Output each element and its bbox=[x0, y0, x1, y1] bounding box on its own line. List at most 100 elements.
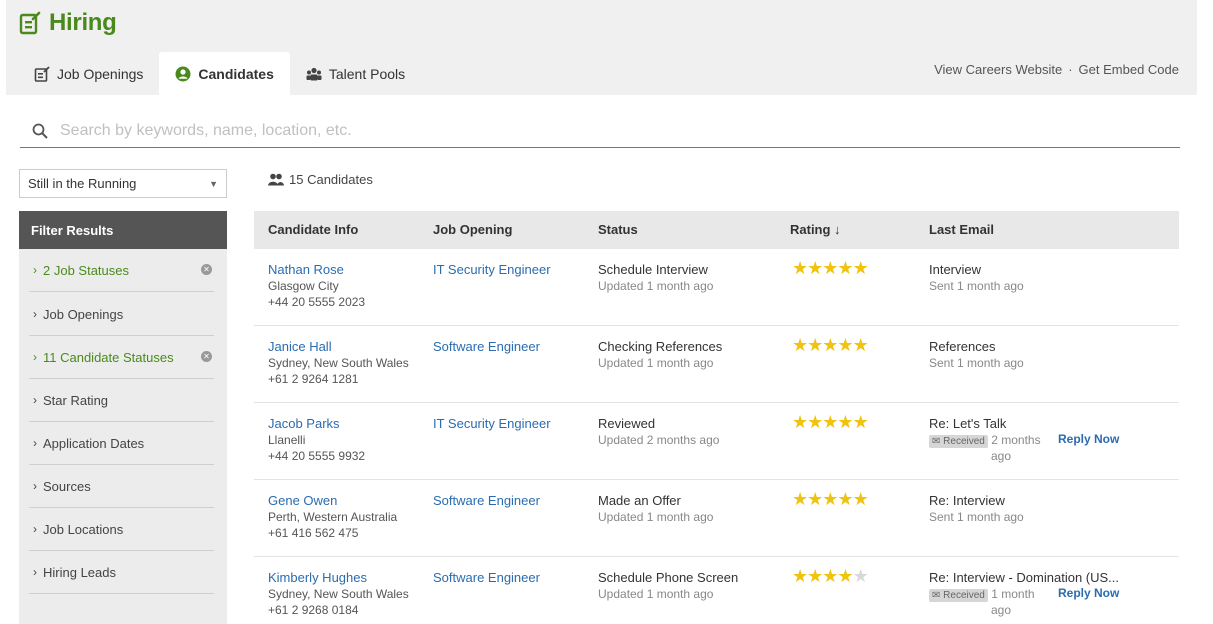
star-filled-icon[interactable]: ★ bbox=[837, 566, 853, 586]
candidate-name-link[interactable]: Jacob Parks bbox=[268, 416, 365, 432]
status-cell: Reviewed Updated 2 months ago bbox=[598, 416, 719, 448]
star-filled-icon[interactable]: ★ bbox=[807, 566, 823, 586]
star-rating[interactable]: ★★★★★ bbox=[792, 412, 869, 432]
col-status[interactable]: Status bbox=[598, 222, 638, 237]
star-filled-icon[interactable]: ★ bbox=[837, 258, 853, 278]
tab-talent-pools-label: Talent Pools bbox=[328, 65, 406, 82]
star-filled-icon[interactable]: ★ bbox=[837, 412, 853, 432]
job-opening-link[interactable]: IT Security Engineer bbox=[433, 416, 551, 432]
table-header: Candidate Info Job Opening Status Rating… bbox=[254, 211, 1179, 249]
email-subject: References bbox=[929, 339, 996, 354]
candidate-name-link[interactable]: Janice Hall bbox=[268, 339, 409, 355]
clear-filter-icon[interactable]: ✕ bbox=[201, 351, 212, 362]
candidate-count: 15 Candidates bbox=[268, 172, 373, 187]
filter-job-locations[interactable]: › Job Locations bbox=[29, 508, 214, 551]
header-links: View Careers Website · Get Embed Code bbox=[934, 62, 1179, 77]
star-filled-icon[interactable]: ★ bbox=[792, 489, 808, 509]
last-email-cell: Re: Interview Sent 1 month ago bbox=[929, 493, 1024, 525]
search-bar bbox=[20, 115, 1180, 148]
filter-hiring-leads[interactable]: › Hiring Leads bbox=[29, 551, 214, 594]
candidate-info: Kimberly Hughes Sydney, New South Wales … bbox=[268, 570, 409, 618]
filter-application-dates[interactable]: › Application Dates bbox=[29, 422, 214, 465]
table-row: Kimberly Hughes Sydney, New South Wales … bbox=[254, 557, 1179, 624]
status-cell: Schedule Interview Updated 1 month ago bbox=[598, 262, 713, 294]
star-rating[interactable]: ★★★★★ bbox=[792, 335, 869, 355]
job-opening-link[interactable]: Software Engineer bbox=[433, 570, 540, 586]
candidate-status-select[interactable]: Still in the Running ▼ bbox=[19, 169, 227, 198]
tab-talent-pools[interactable]: Talent Pools bbox=[290, 52, 421, 95]
select-value: Still in the Running bbox=[28, 176, 137, 191]
reply-now-link[interactable]: Reply Now bbox=[1058, 432, 1119, 446]
clear-filter-icon[interactable]: ✕ bbox=[201, 264, 212, 275]
chevron-right-icon: › bbox=[33, 436, 37, 450]
col-candidate-info[interactable]: Candidate Info bbox=[268, 222, 358, 237]
star-rating[interactable]: ★★★★★ bbox=[792, 258, 869, 278]
chevron-right-icon: › bbox=[33, 263, 37, 277]
star-filled-icon[interactable]: ★ bbox=[822, 258, 838, 278]
star-filled-icon[interactable]: ★ bbox=[853, 258, 869, 278]
status-updated: Updated 1 month ago bbox=[598, 510, 714, 524]
tab-candidates[interactable]: Candidates bbox=[159, 52, 290, 95]
filter-job-openings[interactable]: › Job Openings bbox=[29, 293, 214, 336]
star-rating[interactable]: ★★★★★ bbox=[792, 489, 869, 509]
star-filled-icon[interactable]: ★ bbox=[792, 412, 808, 432]
link-separator: · bbox=[1068, 62, 1073, 77]
status-text: Made an Offer bbox=[598, 493, 681, 508]
tab-job-openings[interactable]: Job Openings bbox=[18, 52, 159, 95]
star-filled-icon[interactable]: ★ bbox=[837, 489, 853, 509]
star-filled-icon[interactable]: ★ bbox=[807, 489, 823, 509]
candidate-phone: +61 416 562 475 bbox=[268, 526, 359, 540]
candidate-location: Glasgow City bbox=[268, 279, 339, 293]
filter-job-statuses[interactable]: › 2 Job Statuses ✕ bbox=[29, 249, 214, 292]
star-filled-icon[interactable]: ★ bbox=[822, 335, 838, 355]
star-filled-icon[interactable]: ★ bbox=[807, 258, 823, 278]
filter-candidate-statuses[interactable]: › 11 Candidate Statuses ✕ bbox=[29, 336, 214, 379]
star-filled-icon[interactable]: ★ bbox=[853, 412, 869, 432]
email-sent-time: Sent 1 month ago bbox=[929, 279, 1024, 293]
star-filled-icon[interactable]: ★ bbox=[822, 412, 838, 432]
star-filled-icon[interactable]: ★ bbox=[792, 566, 808, 586]
job-opening-link[interactable]: IT Security Engineer bbox=[433, 262, 551, 278]
table-row: Janice Hall Sydney, New South Wales +61 … bbox=[254, 326, 1179, 403]
candidates-icon bbox=[175, 66, 191, 81]
job-opening-link[interactable]: Software Engineer bbox=[433, 493, 540, 509]
star-filled-icon[interactable]: ★ bbox=[822, 566, 838, 586]
candidate-location: Perth, Western Australia bbox=[268, 510, 398, 524]
embed-code-link[interactable]: Get Embed Code bbox=[1079, 62, 1179, 77]
status-cell: Made an Offer Updated 1 month ago bbox=[598, 493, 713, 525]
filter-sources[interactable]: › Sources bbox=[29, 465, 214, 508]
search-input[interactable] bbox=[60, 122, 960, 140]
candidate-name-link[interactable]: Kimberly Hughes bbox=[268, 570, 409, 586]
star-filled-icon[interactable]: ★ bbox=[807, 412, 823, 432]
candidate-name-link[interactable]: Nathan Rose bbox=[268, 262, 365, 278]
star-filled-icon[interactable]: ★ bbox=[807, 335, 823, 355]
tab-bar: Job Openings Candidates Talent Pools bbox=[18, 52, 421, 95]
filter-label: 2 Job Statuses bbox=[43, 262, 129, 278]
table-row: Gene Owen Perth, Western Australia +61 4… bbox=[254, 480, 1179, 557]
status-text: Schedule Interview bbox=[598, 262, 708, 277]
star-filled-icon[interactable]: ★ bbox=[792, 335, 808, 355]
job-opening-link[interactable]: Software Engineer bbox=[433, 339, 540, 355]
chevron-right-icon: › bbox=[33, 479, 37, 493]
candidate-name-link[interactable]: Gene Owen bbox=[268, 493, 397, 509]
star-rating[interactable]: ★★★★★ bbox=[792, 566, 869, 586]
star-empty-icon[interactable]: ★ bbox=[853, 566, 869, 586]
star-filled-icon[interactable]: ★ bbox=[837, 335, 853, 355]
reply-now-link[interactable]: Reply Now bbox=[1058, 586, 1119, 600]
col-rating[interactable]: Rating ↓ bbox=[790, 222, 841, 237]
star-filled-icon[interactable]: ★ bbox=[792, 258, 808, 278]
last-email-cell: Interview Sent 1 month ago bbox=[929, 262, 1024, 294]
view-careers-link[interactable]: View Careers Website bbox=[934, 62, 1062, 77]
star-filled-icon[interactable]: ★ bbox=[853, 489, 869, 509]
status-updated: Updated 1 month ago bbox=[598, 279, 714, 293]
received-ago-suffix: ago bbox=[991, 449, 1012, 463]
star-filled-icon[interactable]: ★ bbox=[853, 335, 869, 355]
star-filled-icon[interactable]: ★ bbox=[822, 489, 838, 509]
table-row: Nathan Rose Glasgow City +44 20 5555 202… bbox=[254, 249, 1179, 326]
filter-star-rating[interactable]: › Star Rating bbox=[29, 379, 214, 422]
col-last-email[interactable]: Last Email bbox=[929, 222, 994, 237]
candidate-info: Gene Owen Perth, Western Australia +61 4… bbox=[268, 493, 397, 541]
candidate-info: Nathan Rose Glasgow City +44 20 5555 202… bbox=[268, 262, 365, 310]
col-job-opening[interactable]: Job Opening bbox=[433, 222, 512, 237]
last-email-cell: Re: Let's Talk ✉ Received 2 months ago bbox=[929, 416, 1059, 464]
